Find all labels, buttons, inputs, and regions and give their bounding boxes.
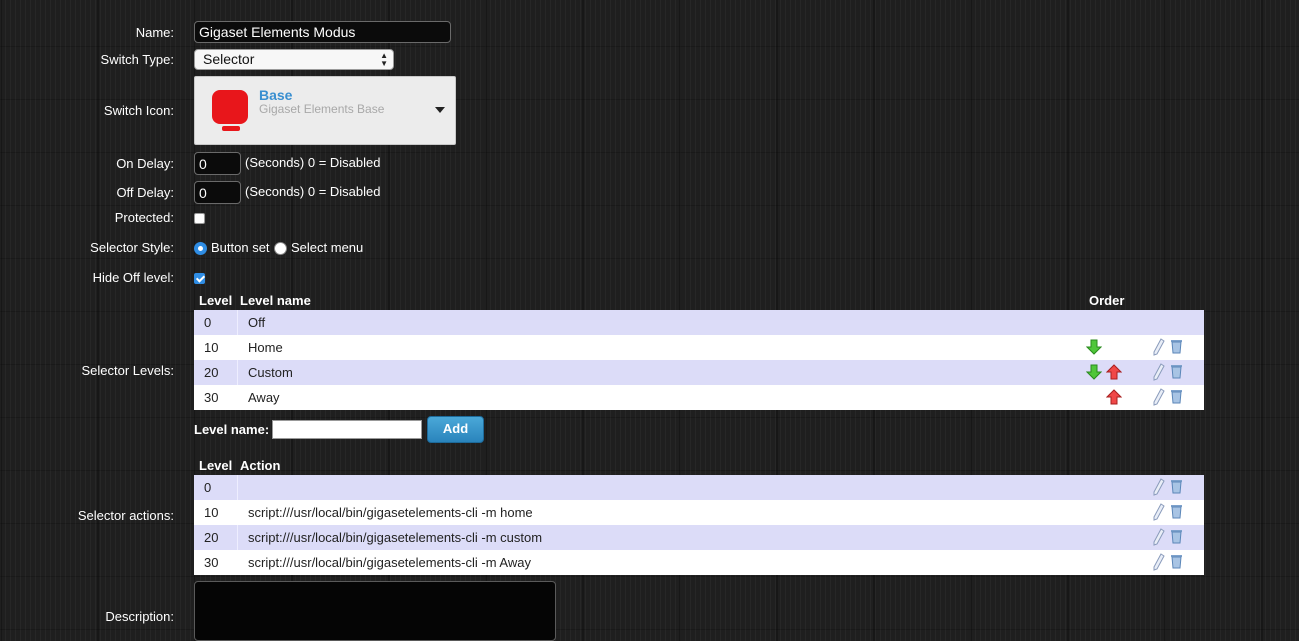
trash-icon[interactable] [1170,363,1183,379]
edit-icon[interactable] [1152,503,1166,521]
trash-icon[interactable] [1170,553,1183,569]
switch-type-label: Switch Type: [100,52,174,67]
levels-header-order: Order [1089,293,1125,308]
table-row[interactable]: 30 Away [194,385,1204,410]
level-name-cell: Away [248,390,280,405]
levels-header-level: Level [199,293,233,308]
trash-icon[interactable] [1170,478,1183,494]
switch-type-value: Selector [203,51,255,67]
table-row[interactable]: 0 [194,475,1204,500]
style-button-set-radio[interactable] [194,242,207,255]
selector-levels-label: Selector Levels: [81,363,175,378]
table-row[interactable]: 10 Home [194,335,1204,360]
on-delay-label: On Delay: [116,156,174,171]
action-level-cell: 10 [204,505,219,520]
select-updown-icon: ▲ ▼ [380,51,388,68]
table-row[interactable]: 0 Off [194,310,1204,335]
trash-icon[interactable] [1170,388,1183,404]
edit-icon[interactable] [1152,553,1166,571]
add-level-button[interactable]: Add [427,416,484,443]
action-cell: script:///usr/local/bin/gigasetelements-… [248,530,543,545]
protected-checkbox[interactable] [194,213,205,224]
selector-style-label: Selector Style: [90,240,174,255]
actions-header-action: Action [240,458,281,473]
level-cell: 30 [204,390,219,405]
hide-off-checkbox[interactable] [194,273,205,284]
actions-header-level: Level [199,458,233,473]
icon-title: Base [259,87,293,103]
arrow-up-icon[interactable] [1106,389,1122,405]
level-name-label: Level name: [194,422,270,437]
arrow-up-icon[interactable] [1106,364,1122,380]
on-delay-hint: (Seconds) 0 = Disabled [245,155,381,170]
edit-icon[interactable] [1152,528,1166,546]
level-name-cell: Off [248,315,266,330]
name-label: Name: [135,25,174,40]
description-textarea[interactable] [194,581,556,641]
description-label: Description: [105,609,174,624]
level-cell: 0 [204,315,212,330]
table-row[interactable]: 20 Custom [194,360,1204,385]
edit-icon[interactable] [1152,338,1166,356]
selector-actions-label: Selector actions: [77,508,174,523]
switch-icon-label: Switch Icon: [103,103,174,118]
levels-header-name: Level name [240,293,311,308]
level-name-cell: Custom [248,365,293,380]
edit-icon[interactable] [1152,478,1166,496]
on-delay-input[interactable] [194,152,241,175]
action-level-cell: 0 [204,480,212,495]
action-cell: script:///usr/local/bin/gigasetelements-… [248,505,533,520]
levels-table: 0 Off 10 Home 20 Custom 30 Away [194,310,1204,410]
arrow-down-icon[interactable] [1086,364,1102,380]
base-icon-stand [222,126,240,131]
style-select-menu-label: Select menu [291,240,364,255]
level-cell: 10 [204,340,219,355]
edit-icon[interactable] [1152,388,1166,406]
switch-icon-picker[interactable]: Base Gigaset Elements Base [194,76,456,145]
level-cell: 20 [204,365,219,380]
style-select-menu-radio[interactable] [274,242,287,255]
name-input[interactable] [194,21,451,43]
off-delay-hint: (Seconds) 0 = Disabled [245,184,381,199]
table-row[interactable]: 20 script:///usr/local/bin/gigasetelemen… [194,525,1204,550]
edit-icon[interactable] [1152,363,1166,381]
level-name-cell: Home [248,340,283,355]
level-name-input[interactable] [272,420,422,439]
trash-icon[interactable] [1170,503,1183,519]
dropdown-caret-icon[interactable] [435,107,445,113]
table-row[interactable]: 30 script:///usr/local/bin/gigasetelemen… [194,550,1204,575]
off-delay-label: Off Delay: [116,185,174,200]
action-cell: script:///usr/local/bin/gigasetelements-… [248,555,531,570]
style-button-set-label: Button set [211,240,270,255]
icon-subtitle: Gigaset Elements Base [259,102,385,116]
hide-off-label: Hide Off level: [92,270,174,285]
base-icon [212,90,248,124]
switch-type-select[interactable]: Selector ▲ ▼ [194,49,394,70]
action-level-cell: 20 [204,530,219,545]
actions-table: 0 10 script:///usr/local/bin/gigasetelem… [194,475,1204,575]
off-delay-input[interactable] [194,181,241,204]
action-level-cell: 30 [204,555,219,570]
table-row[interactable]: 10 script:///usr/local/bin/gigasetelemen… [194,500,1204,525]
arrow-down-icon[interactable] [1086,339,1102,355]
trash-icon[interactable] [1170,528,1183,544]
trash-icon[interactable] [1170,338,1183,354]
protected-label: Protected: [114,210,174,225]
